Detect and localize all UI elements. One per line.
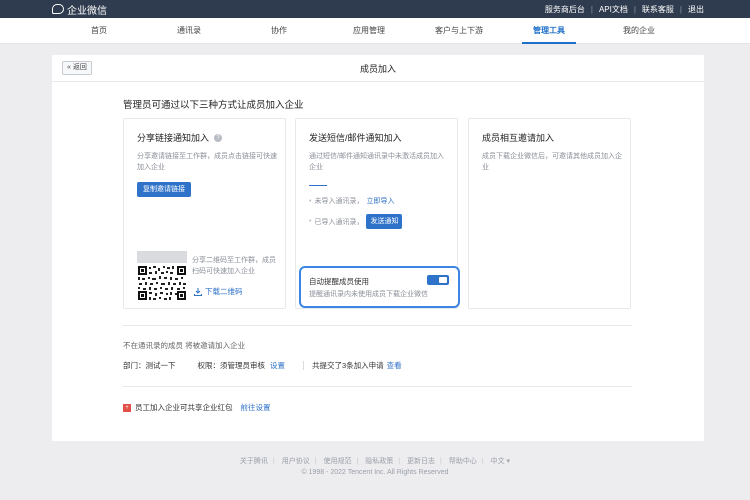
panel-mutual-invite: 成员相互邀请加入 成员下载企业微信后，可邀请其他成员加入企业 bbox=[468, 118, 631, 309]
step-text: 已导入通讯录， bbox=[314, 218, 364, 226]
dept-value: 测试一下 bbox=[145, 361, 176, 370]
step-text: 未导入通讯录， bbox=[314, 198, 364, 205]
step-import: • 未导入通讯录， 立即导入 bbox=[309, 196, 394, 206]
divider-accent bbox=[309, 185, 327, 186]
main-nav: 首页 通讯录 协作 应用管理 客户与上下游 管理工具 我的企业 bbox=[0, 18, 750, 44]
panel-title-text: 发送短信/邮件通知加入 bbox=[309, 133, 402, 143]
go-settings-link[interactable]: 前往设置 bbox=[241, 402, 271, 413]
separator: | bbox=[679, 4, 682, 14]
auto-remind-box: 自动提醒成员使用 提醒通讯录内未使用成员下载企业微信 bbox=[299, 266, 460, 308]
permission-value: 须管理员审核 bbox=[220, 361, 265, 370]
view-applications-link[interactable]: 查看 bbox=[387, 360, 402, 371]
separator: | bbox=[633, 4, 636, 14]
step-notify: • 已导入通讯录， 发送通知 bbox=[309, 214, 403, 229]
download-label: 下载二维码 bbox=[205, 287, 243, 296]
panel-sms-email: 发送短信/邮件通知加入 通过短信/邮件通知通讯录中未激活成员加入企业 • 未导入… bbox=[295, 118, 460, 309]
brand-logo[interactable]: 企业微信 bbox=[52, 2, 107, 17]
footer-link-help[interactable]: 帮助中心 bbox=[449, 458, 477, 465]
panel-title: 分享链接通知加入 ? bbox=[137, 131, 223, 144]
nav-collaboration[interactable]: 协作 bbox=[234, 18, 324, 44]
separator: | bbox=[481, 458, 484, 465]
panel-description: 分享邀请链接至工作群，成员点击链接可快速加入企业 bbox=[137, 153, 277, 171]
member-join-card: « 返回 成员加入 管理员可通过以下三种方式让成员加入企业 分享链接通知加入 ?… bbox=[52, 55, 704, 441]
qr-company-label bbox=[137, 251, 187, 263]
brand-name: 企业微信 bbox=[67, 5, 107, 17]
nav-apps[interactable]: 应用管理 bbox=[324, 18, 414, 44]
section-divider bbox=[123, 386, 632, 387]
link-api-docs[interactable]: API文档 bbox=[599, 4, 628, 15]
permission-label: 权限： bbox=[197, 361, 221, 370]
separator: | bbox=[272, 458, 275, 465]
page-title: 成员加入 bbox=[359, 63, 396, 74]
panel-title: 成员相互邀请加入 bbox=[482, 131, 554, 144]
footer-link-terms[interactable]: 用户协议 bbox=[282, 458, 310, 465]
permission-settings-link[interactable]: 设置 bbox=[270, 360, 285, 371]
panel-title-text: 分享链接通知加入 bbox=[137, 133, 210, 143]
link-logout[interactable]: 退出 bbox=[688, 4, 704, 15]
qr-description: 分享二维码至工作群，成员扫码可快速加入企业 bbox=[192, 257, 276, 275]
bullet-icon: • bbox=[309, 197, 312, 205]
copy-invite-link-button[interactable]: 复制邀请链接 bbox=[137, 182, 191, 197]
footer-link-privacy[interactable]: 隐私政策 bbox=[365, 458, 393, 465]
import-now-link[interactable]: 立即导入 bbox=[366, 196, 394, 206]
invite-settings-row: 部门： 测试一下 权限： 须管理员审核 设置 共提交了3条加入申请 查看 bbox=[123, 360, 402, 371]
separator: | bbox=[356, 458, 359, 465]
language-selector[interactable]: 中文 ▾ bbox=[491, 458, 510, 465]
download-icon bbox=[194, 287, 202, 296]
card-header: « 返回 成员加入 bbox=[52, 55, 704, 82]
nav-admin-tools[interactable]: 管理工具 bbox=[504, 18, 594, 44]
footer-link-about[interactable]: 关于腾讯 bbox=[240, 458, 268, 465]
nav-contacts[interactable]: 通讯录 bbox=[144, 18, 234, 44]
footer-links: 关于腾讯 | 用户协议 | 使用规范 | 隐私政策 | 更新日志 | 帮助中心 | 中文 ▾ bbox=[0, 456, 750, 466]
nav-my-company[interactable]: 我的企业 bbox=[594, 18, 684, 44]
footer-link-rules[interactable]: 使用规范 bbox=[323, 458, 351, 465]
back-button[interactable]: « 返回 bbox=[62, 61, 92, 75]
separator: | bbox=[590, 4, 593, 14]
link-support[interactable]: 联系客服 bbox=[642, 4, 674, 15]
nav-home[interactable]: 首页 bbox=[54, 18, 144, 44]
footer-link-changelog[interactable]: 更新日志 bbox=[407, 458, 435, 465]
submitted-count: 共提交了3条加入申请 bbox=[312, 361, 384, 370]
separator: | bbox=[314, 458, 317, 465]
panel-share-link: 分享链接通知加入 ? 分享邀请链接至工作群，成员点击链接可快速加入企业 复制邀请… bbox=[123, 118, 286, 309]
separator: | bbox=[398, 458, 401, 465]
intro-text: 管理员可通过以下三种方式让成员加入企业 bbox=[123, 100, 304, 111]
dept-label: 部门： bbox=[123, 361, 146, 370]
top-bar: 企业微信 服务商后台 | API文档 | 联系客服 | 退出 bbox=[0, 0, 750, 18]
red-packet-promo: + 员工加入企业可共享企业红包 前往设置 bbox=[123, 402, 271, 413]
help-icon[interactable]: ? bbox=[214, 133, 223, 142]
bullet-icon: • bbox=[309, 218, 312, 225]
download-qr-link[interactable]: 下载二维码 bbox=[194, 286, 243, 297]
remind-description: 提醒通讯录内未使用成员下载企业微信 bbox=[309, 291, 428, 298]
nav-customers[interactable]: 客户与上下游 bbox=[414, 18, 504, 44]
panel-title-text: 成员相互邀请加入 bbox=[482, 133, 555, 143]
link-provider-console[interactable]: 服务商后台 bbox=[545, 4, 585, 15]
copyright: © 1998 - 2022 Tencent Inc. All Rights Re… bbox=[301, 469, 449, 476]
auto-remind-toggle[interactable] bbox=[427, 275, 449, 285]
top-links: 服务商后台 | API文档 | 联系客服 | 退出 bbox=[545, 4, 704, 15]
section-divider bbox=[123, 325, 632, 326]
chat-bubble-icon bbox=[52, 4, 64, 14]
remind-title: 自动提醒成员使用 bbox=[309, 277, 369, 286]
promo-text: 员工加入企业可共享企业红包 bbox=[135, 403, 233, 412]
invite-note: 不在通讯录的成员 将被邀请加入企业 bbox=[123, 341, 246, 350]
separator: | bbox=[440, 458, 442, 465]
send-notification-button[interactable]: 发送通知 bbox=[366, 214, 403, 229]
panel-description: 通过短信/邮件通知通讯录中未激活成员加入企业 bbox=[309, 153, 444, 171]
qr-code-icon bbox=[137, 265, 187, 301]
panel-description: 成员下载企业微信后，可邀请其他成员加入企业 bbox=[482, 153, 622, 171]
plus-icon: + bbox=[123, 403, 131, 412]
panel-title: 发送短信/邮件通知加入 bbox=[309, 131, 402, 144]
separator bbox=[303, 361, 304, 370]
